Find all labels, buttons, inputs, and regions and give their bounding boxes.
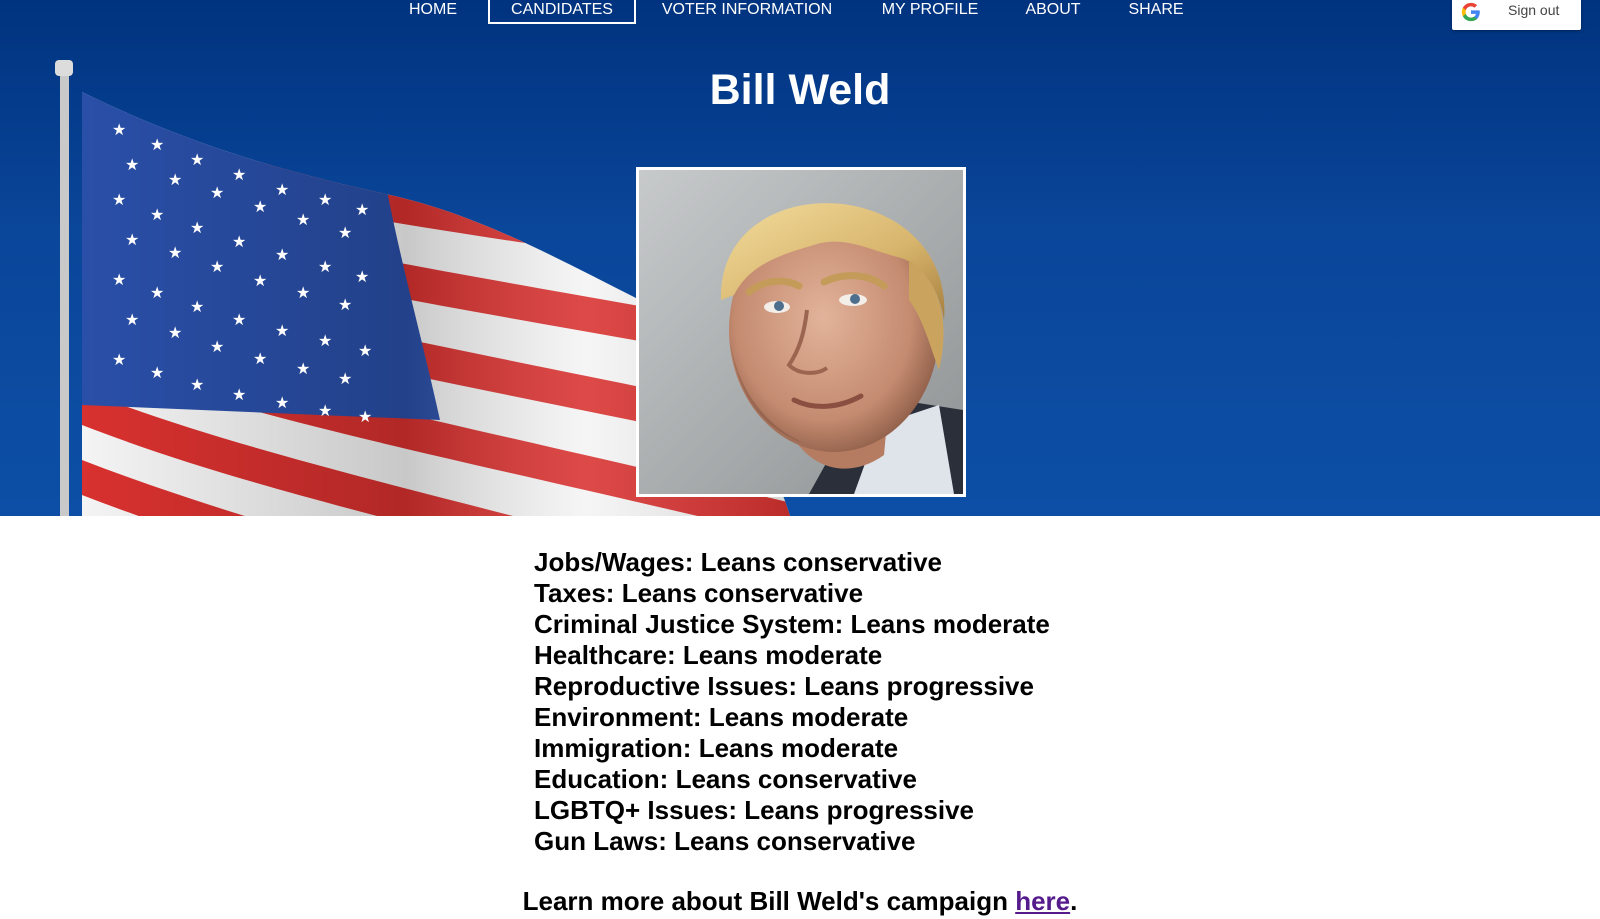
stance-taxes: Taxes: Leans conservative bbox=[534, 578, 864, 608]
svg-text:★: ★ bbox=[275, 393, 289, 412]
stance-immigration: Immigration: Leans moderate bbox=[534, 733, 899, 763]
learn-more-text: Learn more about Bill Weld's campaign he… bbox=[0, 886, 1600, 917]
svg-text:★: ★ bbox=[150, 283, 164, 302]
stance-topic: Jobs/Wages bbox=[534, 547, 685, 577]
stance-healthcare: Healthcare: Leans moderate bbox=[534, 640, 883, 670]
stance-criminal-justice: Criminal Justice System: Leans moderate bbox=[534, 609, 1050, 639]
stance-reproductive-issues: Reproductive Issues: Leans progressive bbox=[534, 671, 1034, 701]
stance-position: Leans moderate bbox=[850, 609, 1050, 639]
stance-topic: LGBTQ+ Issues bbox=[534, 795, 729, 825]
svg-text:★: ★ bbox=[275, 180, 289, 199]
svg-text:★: ★ bbox=[232, 385, 246, 404]
campaign-link[interactable]: here bbox=[1015, 886, 1070, 916]
svg-text:★: ★ bbox=[355, 267, 369, 286]
svg-text:★: ★ bbox=[190, 218, 204, 237]
stance-gun-laws: Gun Laws: Leans conservative bbox=[534, 826, 916, 856]
candidate-name-heading: Bill Weld bbox=[709, 66, 891, 114]
svg-text:★: ★ bbox=[318, 257, 332, 276]
svg-text:★: ★ bbox=[338, 223, 352, 242]
svg-text:★: ★ bbox=[232, 232, 246, 251]
svg-text:★: ★ bbox=[296, 359, 310, 378]
stance-position: Leans progressive bbox=[804, 671, 1034, 701]
stance-position: Leans conservative bbox=[674, 826, 916, 856]
issue-stances-list: Jobs/Wages: Leans conservative Taxes: Le… bbox=[534, 547, 1050, 857]
svg-text:★: ★ bbox=[125, 230, 139, 249]
svg-text:★: ★ bbox=[210, 337, 224, 356]
google-sign-out-button[interactable]: Sign out bbox=[1452, 0, 1581, 30]
svg-text:★: ★ bbox=[112, 120, 126, 139]
stance-position: Leans moderate bbox=[682, 640, 883, 670]
svg-text:★: ★ bbox=[190, 375, 204, 394]
svg-text:★: ★ bbox=[318, 190, 332, 209]
stance-topic: Taxes bbox=[534, 578, 606, 608]
svg-text:★: ★ bbox=[210, 183, 224, 202]
svg-text:★: ★ bbox=[190, 297, 204, 316]
svg-text:★: ★ bbox=[150, 205, 164, 224]
svg-text:★: ★ bbox=[168, 170, 182, 189]
stance-topic: Environment bbox=[534, 702, 693, 732]
svg-text:★: ★ bbox=[275, 321, 289, 340]
svg-text:★: ★ bbox=[190, 150, 204, 169]
stance-position: Leans moderate bbox=[708, 702, 909, 732]
svg-text:★: ★ bbox=[355, 200, 369, 219]
stance-environment: Environment: Leans moderate bbox=[534, 702, 909, 732]
stance-position: Leans moderate bbox=[698, 733, 899, 763]
learn-more-suffix: . bbox=[1070, 886, 1078, 916]
svg-text:★: ★ bbox=[232, 165, 246, 184]
nav-home[interactable]: HOME bbox=[404, 0, 462, 24]
svg-text:★: ★ bbox=[112, 270, 126, 289]
candidate-portrait-image bbox=[639, 170, 963, 494]
svg-text:★: ★ bbox=[253, 271, 267, 290]
svg-text:★: ★ bbox=[150, 135, 164, 154]
svg-text:★: ★ bbox=[168, 243, 182, 262]
top-navigation: HOME CANDIDATES VOTER INFORMATION MY PRO… bbox=[0, 0, 1600, 26]
stance-position: Leans conservative bbox=[621, 578, 864, 608]
svg-text:★: ★ bbox=[275, 245, 289, 264]
stance-topic: Gun Laws bbox=[534, 826, 659, 856]
google-logo-icon bbox=[1461, 2, 1480, 22]
hero-banner: ★ ★ ★ ★ ★ ★ ★ ★ ★ ★ ★ ★ ★ ★ ★ ★ ★ ★ ★ ★ ★ ★ ★ ★ ★ ★ ★ ★ ★ ★ ★ ★ ★ ★ ★… bbox=[0, 0, 1600, 516]
learn-more-prefix: Learn more about Bill Weld's campaign bbox=[522, 886, 1016, 916]
stance-topic: Immigration bbox=[534, 733, 683, 763]
stance-position: Leans conservative bbox=[675, 764, 917, 794]
sign-out-label: Sign out bbox=[1508, 2, 1560, 18]
nav-about[interactable]: ABOUT bbox=[1022, 0, 1084, 24]
svg-text:★: ★ bbox=[232, 310, 246, 329]
nav-voter-information[interactable]: VOTER INFORMATION bbox=[660, 0, 834, 24]
svg-text:★: ★ bbox=[296, 283, 310, 302]
stance-lgbtq-issues: LGBTQ+ Issues: Leans progressive bbox=[534, 795, 975, 825]
stance-education: Education: Leans conservative bbox=[534, 764, 917, 794]
svg-text:★: ★ bbox=[210, 257, 224, 276]
stance-topic: Healthcare bbox=[534, 640, 667, 670]
stance-position: Leans conservative bbox=[700, 547, 942, 577]
svg-text:★: ★ bbox=[318, 401, 332, 420]
stance-topic: Criminal Justice System bbox=[534, 609, 835, 639]
svg-text:★: ★ bbox=[358, 407, 372, 426]
nav-candidates[interactable]: CANDIDATES bbox=[488, 0, 636, 24]
svg-text:★: ★ bbox=[125, 310, 139, 329]
svg-text:★: ★ bbox=[150, 363, 164, 382]
svg-text:★: ★ bbox=[112, 190, 126, 209]
svg-text:★: ★ bbox=[253, 197, 267, 216]
svg-text:★: ★ bbox=[338, 295, 352, 314]
svg-text:★: ★ bbox=[253, 349, 267, 368]
svg-text:★: ★ bbox=[296, 210, 310, 229]
nav-my-profile[interactable]: MY PROFILE bbox=[878, 0, 982, 24]
svg-text:★: ★ bbox=[112, 350, 126, 369]
candidate-photo bbox=[636, 167, 966, 497]
stance-jobs-wages: Jobs/Wages: Leans conservative bbox=[534, 547, 942, 577]
svg-text:★: ★ bbox=[338, 369, 352, 388]
stance-topic: Education bbox=[534, 764, 660, 794]
nav-share[interactable]: SHARE bbox=[1124, 0, 1188, 24]
svg-text:★: ★ bbox=[318, 331, 332, 350]
svg-text:★: ★ bbox=[358, 341, 372, 360]
svg-text:★: ★ bbox=[125, 155, 139, 174]
svg-text:★: ★ bbox=[168, 323, 182, 342]
stance-position: Leans progressive bbox=[744, 795, 975, 825]
stance-topic: Reproductive Issues bbox=[534, 671, 789, 701]
